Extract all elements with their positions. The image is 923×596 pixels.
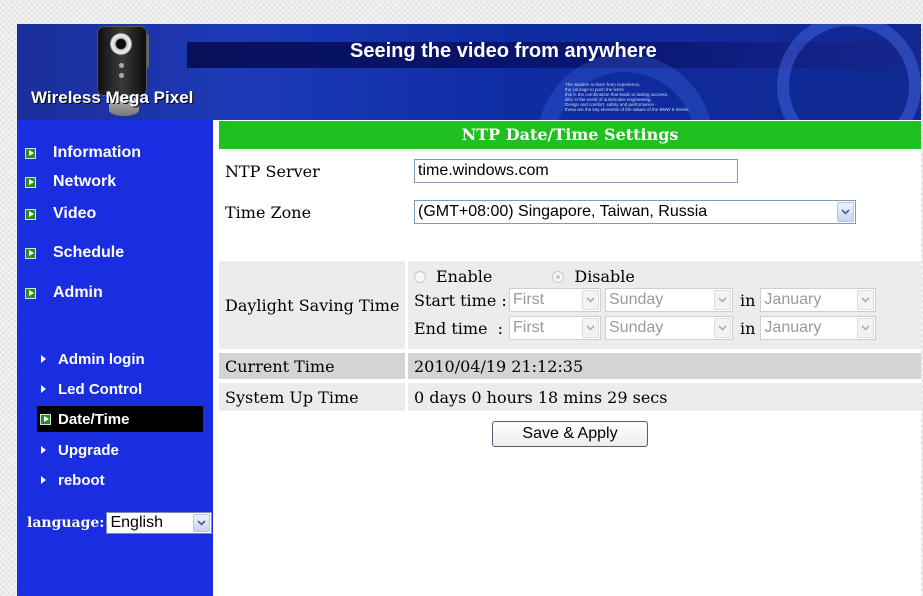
start-month-select[interactable]: January [760, 288, 877, 312]
sidebar-item-schedule[interactable]: Schedule [25, 242, 124, 264]
sidebar-subitem-led-control[interactable]: Led Control [41, 379, 142, 399]
uptime-label: System Up Time [219, 383, 408, 411]
sidebar-subitem-date-time[interactable]: Date/Time [37, 406, 203, 432]
start-week-value: First [513, 291, 545, 308]
dst-row: Daylight Saving Time Enable Disable Star… [219, 261, 921, 349]
sidebar-item-label: Video [53, 205, 97, 222]
chevron-down-icon[interactable] [857, 290, 875, 310]
start-in-label: in [740, 290, 756, 310]
sidebar-subitem-label: Date/Time [58, 410, 130, 428]
end-day-value: Sunday [609, 319, 664, 336]
sidebar-item-network[interactable]: Network [25, 171, 116, 193]
sidebar-item-label: Admin [53, 284, 103, 301]
start-week-select[interactable]: First [509, 288, 601, 312]
start-day-value: Sunday [609, 291, 664, 308]
chevron-down-icon[interactable] [582, 290, 599, 310]
green-play-icon [25, 176, 36, 188]
chevron-down-icon[interactable] [857, 318, 875, 338]
end-month-select[interactable]: January [760, 316, 877, 340]
language-row: language: English [27, 512, 213, 534]
current-time-row: Current Time 2010/04/19 21:12:35 [219, 353, 921, 379]
camera-admin-window: Seeing the video from anywhere Wireless … [17, 24, 921, 596]
sidebar-item-admin[interactable]: Admin [25, 282, 103, 304]
dst-disable-radio[interactable] [552, 270, 565, 283]
uptime-row: System Up Time 0 days 0 hours 18 mins 29… [219, 383, 921, 411]
uptime-value: 0 days 0 hours 18 mins 29 secs [408, 383, 921, 411]
settings-panel: NTP Date/Time Settings NTP Server time.w… [219, 121, 921, 447]
current-time-value: 2010/04/19 21:12:35 [408, 353, 921, 379]
sidebar-subitem-admin-login[interactable]: Admin login [41, 349, 145, 369]
sidebar-item-label: Schedule [53, 244, 125, 261]
sidebar-subitem-label: Upgrade [58, 441, 119, 459]
ntp-server-input[interactable]: time.windows.com [414, 159, 738, 183]
banner-blurb: The wisdom to learn from experience, the… [565, 82, 690, 112]
triangle-bullet-icon [41, 355, 46, 363]
save-apply-button[interactable]: Save & Apply [492, 421, 648, 447]
banner-title: Seeing the video from anywhere [350, 40, 657, 62]
current-time-label: Current Time [219, 353, 408, 379]
ntp-server-label: NTP Server [225, 161, 320, 181]
sidebar-subitem-upgrade[interactable]: Upgrade [41, 440, 119, 460]
time-zone-value: (GMT+08:00) Singapore, Taiwan, Russia [418, 203, 708, 220]
triangle-bullet-icon [41, 446, 46, 454]
start-day-select[interactable]: Sunday [605, 288, 733, 312]
chevron-down-icon[interactable] [582, 318, 599, 338]
panel-title: NTP Date/Time Settings [219, 121, 921, 149]
chevron-down-icon[interactable] [714, 318, 731, 338]
chevron-down-icon[interactable] [837, 202, 854, 222]
chevron-down-icon[interactable] [193, 514, 211, 532]
green-play-icon [40, 413, 51, 425]
brand-name: Wireless Mega Pixel [31, 88, 194, 107]
green-play-icon [25, 147, 36, 159]
chevron-down-icon[interactable] [714, 290, 731, 310]
dst-label: Daylight Saving Time [219, 261, 408, 349]
start-month-value: January [764, 291, 822, 308]
end-day-select[interactable]: Sunday [605, 316, 733, 340]
start-time-label: Start time : [414, 290, 507, 310]
sidebar-item-label: Information [53, 144, 141, 161]
ntp-server-row: NTP Server time.windows.com [219, 153, 921, 189]
dst-disable-label: Disable [574, 267, 635, 286]
end-time-label: End time : [414, 318, 504, 338]
time-zone-row: Time Zone (GMT+08:00) Singapore, Taiwan,… [219, 193, 921, 231]
end-in-label: in [740, 318, 756, 338]
sidebar-subitem-label: Admin login [58, 350, 145, 368]
sidebar-nav: Information Network Video Schedule Admin… [17, 120, 213, 596]
sidebar-item-video[interactable]: Video [25, 203, 96, 225]
dst-enable-label: Enable [436, 267, 493, 286]
sidebar-subitem-label: Led Control [58, 380, 143, 398]
language-label: language: [27, 515, 105, 531]
language-select[interactable]: English [106, 512, 213, 534]
sidebar-item-information[interactable]: Information [25, 142, 141, 164]
green-play-icon [25, 208, 36, 220]
green-play-icon [25, 287, 36, 299]
end-week-select[interactable]: First [509, 316, 601, 340]
header-banner: Seeing the video from anywhere Wireless … [17, 24, 921, 120]
sidebar-subitem-reboot[interactable]: reboot [41, 470, 105, 490]
dst-enable-radio[interactable] [414, 270, 426, 283]
triangle-bullet-icon [41, 476, 46, 484]
end-month-value: January [764, 319, 822, 336]
green-play-icon [25, 247, 36, 259]
sidebar-item-label: Network [53, 173, 117, 190]
time-zone-label: Time Zone [225, 202, 312, 222]
sidebar-subitem-label: reboot [58, 471, 105, 489]
triangle-bullet-icon [41, 385, 46, 393]
end-week-value: First [513, 319, 545, 336]
time-zone-select[interactable]: (GMT+08:00) Singapore, Taiwan, Russia [414, 200, 856, 224]
banner-decoration [777, 24, 921, 120]
